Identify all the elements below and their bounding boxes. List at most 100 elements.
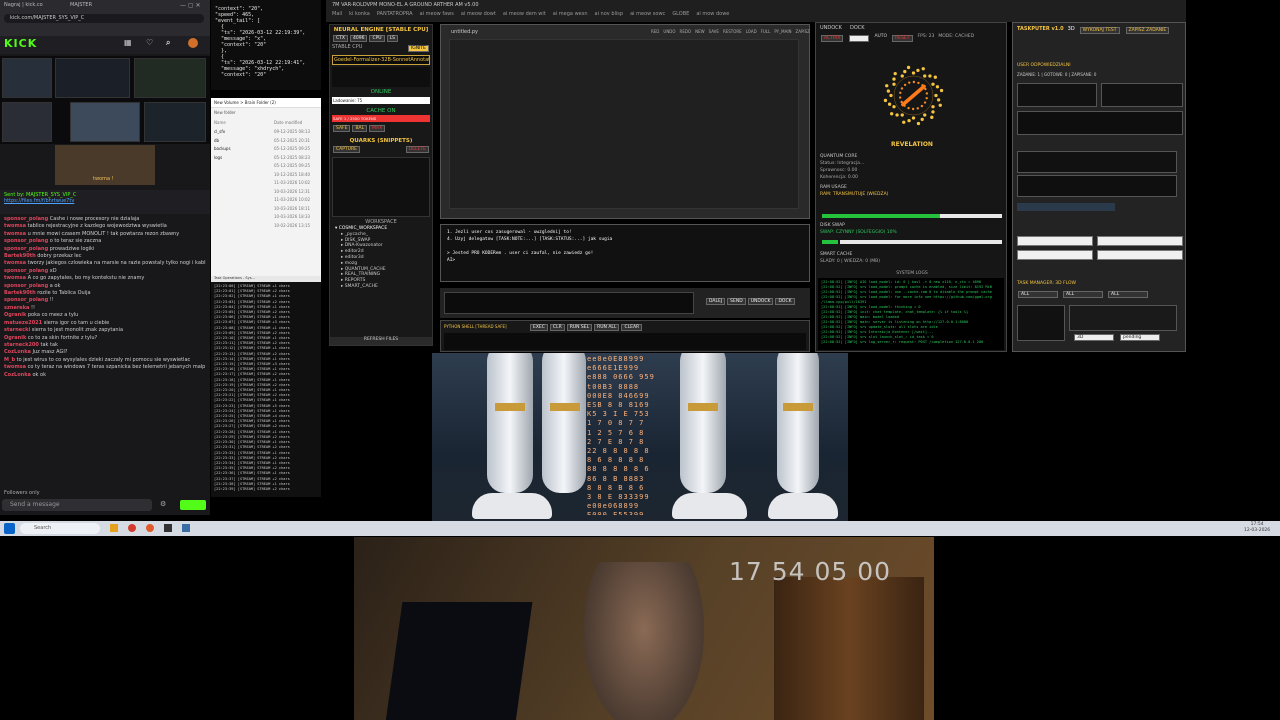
cpu-button[interactable]: CPU: [369, 35, 385, 42]
chat-username[interactable]: sponsor_polang: [4, 238, 48, 244]
bal-button[interactable]: BAL: [352, 125, 368, 132]
max-button[interactable]: MAX: [369, 125, 386, 132]
chat-username[interactable]: sznereka: [4, 305, 29, 311]
chat-username[interactable]: twomsa: [4, 223, 26, 229]
col-name[interactable]: Name: [214, 120, 274, 128]
reset-button[interactable]: RESET: [892, 35, 913, 42]
shell-output[interactable]: [444, 333, 806, 350]
bookmark-item[interactable]: Mail: [332, 11, 342, 17]
search-icon[interactable]: ⌕: [166, 38, 170, 48]
chat-username[interactable]: Bartek90th: [4, 253, 36, 259]
bookmark-item[interactable]: ai mega wesn: [553, 11, 588, 17]
shell-button[interactable]: CLEAR: [621, 324, 643, 331]
shell-button[interactable]: RUN ALL: [594, 324, 620, 331]
file-row[interactable]: 10-02-2026 13:15: [211, 222, 321, 231]
chat-username[interactable]: sponsor_polang: [4, 283, 48, 289]
mode-3d[interactable]: 3D: [1068, 26, 1075, 35]
heart-icon[interactable]: ♡: [146, 38, 153, 47]
chat-username[interactable]: sponsor_polang: [4, 297, 48, 303]
filter-all-2[interactable]: ALL: [1063, 291, 1103, 298]
chat-username[interactable]: CozLonka: [4, 349, 31, 355]
filter-field-1[interactable]: [1017, 236, 1093, 246]
file-row[interactable]: 10-12-2025 18:40: [211, 171, 321, 180]
window-controls[interactable]: — ▢ ✕: [180, 2, 201, 9]
address-bar[interactable]: kick.com/MAJSTER_SYS_VIP_C: [4, 14, 204, 23]
next-button[interactable]: DALEJ: [706, 298, 726, 305]
stream-preview[interactable]: [0, 56, 210, 144]
pinned-link[interactable]: https://files.fm/f/bhrtwue7tv: [4, 198, 206, 204]
mode-field[interactable]: 3D: [1074, 334, 1114, 341]
shell-button[interactable]: RUN SEL: [566, 324, 593, 331]
chat-username[interactable]: CozLonka: [4, 372, 31, 378]
bookmark-item[interactable]: GLOBE: [672, 11, 689, 17]
undock-tab[interactable]: UNDOCK: [820, 25, 842, 31]
chat-username[interactable]: M_b: [4, 357, 15, 363]
file-row[interactable]: 11-03-2026 10:02: [211, 179, 321, 188]
browse-icon[interactable]: ▦: [124, 38, 132, 47]
bookmark-item[interactable]: PANTATROPRA: [377, 11, 413, 17]
filter-all-1[interactable]: ALL: [1018, 291, 1058, 298]
chat-username[interactable]: twomsa: [4, 364, 26, 370]
model-select[interactable]: Goedel-Formalizer-32B-SonnetAnnotated: [332, 55, 430, 65]
chat-username[interactable]: sponsor_polang: [4, 216, 48, 222]
run-test-button[interactable]: WYKONAJ TEST: [1079, 27, 1120, 34]
col-date[interactable]: Date modified: [274, 120, 302, 128]
chat-username[interactable]: twomsa: [4, 231, 26, 237]
kick-logo[interactable]: KICK: [4, 37, 37, 50]
file-row[interactable]: 10-03-2026 18:11: [211, 205, 321, 214]
editor-tool-button[interactable]: ZAPISZ: [796, 29, 810, 34]
chat-send-button[interactable]: [180, 500, 206, 510]
bookmark-item[interactable]: ai meow dem wit: [503, 11, 546, 17]
terminal-icon[interactable]: [164, 524, 172, 532]
chat-username[interactable]: Ogranik: [4, 312, 26, 318]
actrix-button[interactable]: ACTRIX: [821, 35, 844, 42]
new-folder-button[interactable]: New folder: [211, 108, 321, 120]
chat-username[interactable]: Ogranik: [4, 335, 26, 341]
ctx-button[interactable]: CTX: [333, 35, 348, 42]
file-row[interactable]: db 05-12-2025 20:31: [211, 137, 321, 146]
bookmark-item[interactable]: ai meow dowt: [461, 11, 496, 17]
filter-field-3[interactable]: [1017, 250, 1093, 260]
editor-tool-button[interactable]: LOAD: [746, 29, 757, 34]
file-row[interactable]: backups 05-12-2025 09:25: [211, 145, 321, 154]
undock-button[interactable]: UNDOCK: [747, 298, 774, 305]
send-button[interactable]: SEND: [727, 298, 746, 305]
filter-field-4[interactable]: [1097, 250, 1183, 260]
browser-tab-2[interactable]: MAJSTER: [70, 2, 130, 10]
taskbar-search[interactable]: Search: [20, 523, 100, 534]
chat-username[interactable]: twomsa: [4, 260, 26, 266]
editor-tool-button[interactable]: NEW: [695, 29, 704, 34]
safe-button[interactable]: SAFE: [333, 125, 351, 132]
editor-filename[interactable]: untitled.py: [451, 29, 478, 35]
ctx-size-button[interactable]: 4096: [349, 35, 368, 42]
browser-tab[interactable]: Nagraj | kick.co: [4, 2, 64, 10]
file-row[interactable]: 10-03-2026 12:31: [211, 188, 321, 197]
filter-field-2[interactable]: [1097, 236, 1183, 246]
dock-button[interactable]: DOCK: [775, 298, 795, 305]
dock-tab[interactable]: DOCK: [850, 25, 865, 31]
ignite-button[interactable]: IGNITE: [407, 45, 429, 52]
chrome-icon[interactable]: [128, 524, 136, 532]
ls-button[interactable]: LS: [386, 35, 398, 42]
file-row[interactable]: 05-12-2025 09:25: [211, 162, 321, 171]
status-field[interactable]: pending: [1120, 334, 1160, 341]
bookmark-item[interactable]: ki konka: [349, 11, 370, 17]
clock[interactable]: 17:54 12-03-2026: [1244, 522, 1270, 534]
chat-username[interactable]: starnecki: [4, 327, 30, 333]
shell-button[interactable]: CLR: [549, 324, 565, 331]
workspace-item[interactable]: ▸ SMART_CACHE: [335, 284, 427, 290]
explorer-path[interactable]: New Volume > Brain Folder (2): [211, 98, 321, 108]
refresh-files-button[interactable]: REFRESH FILES: [330, 337, 432, 345]
file-row[interactable]: 11-03-2026 10:02: [211, 196, 321, 205]
auto-toggle[interactable]: AUTO: [874, 34, 887, 43]
file-row[interactable]: 10-03-2026 18:33: [211, 213, 321, 222]
app-icon[interactable]: [182, 524, 190, 532]
shell-button[interactable]: EXEC: [530, 324, 548, 331]
editor-tool-button[interactable]: UNDO: [663, 29, 675, 34]
editor-tool-button[interactable]: FULL: [761, 29, 771, 34]
code-area[interactable]: [449, 39, 799, 209]
chat-input[interactable]: Send a message: [2, 499, 152, 511]
editor-tool-button[interactable]: RED: [651, 29, 659, 34]
chat-settings-icon[interactable]: ⚙: [160, 500, 166, 508]
avatar[interactable]: [188, 38, 198, 48]
